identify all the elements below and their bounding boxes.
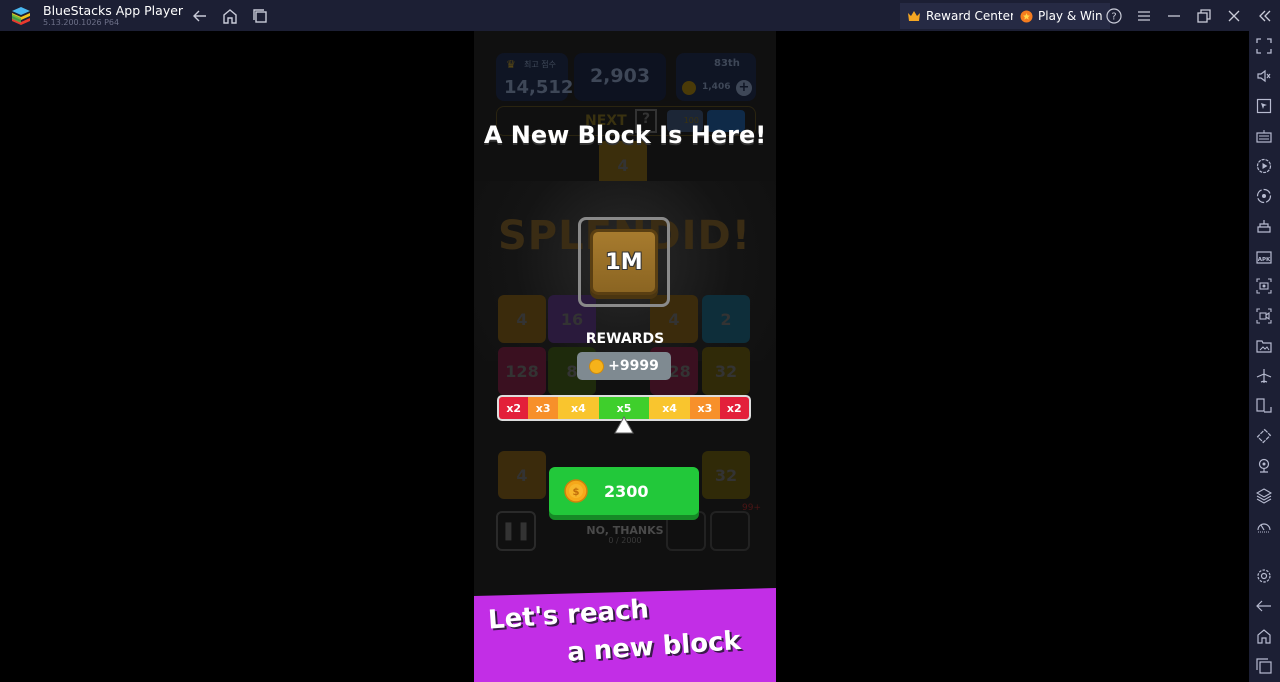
best-score-label: 최고 점수	[524, 60, 556, 69]
rotate-screen-icon[interactable]	[1256, 398, 1272, 414]
help-icon[interactable]: ?	[1105, 7, 1123, 25]
play-win-label: Play & Win	[1038, 9, 1103, 23]
crown-icon	[908, 11, 920, 21]
rank-value: 83th	[714, 58, 740, 69]
app-version: 5.13.200.1026 P64	[43, 18, 120, 27]
bluestacks-logo-icon	[12, 7, 30, 25]
back-icon[interactable]	[191, 7, 209, 25]
progress-text: 0 / 2000	[608, 536, 642, 545]
right-sidebar: APK	[1249, 31, 1280, 682]
reward-amount-pill: +9999	[577, 352, 671, 380]
play-win-button[interactable]: Play & Win	[1013, 3, 1110, 29]
current-score-value: 2,903	[589, 65, 651, 87]
multiplier-segment: x3	[690, 397, 720, 419]
multiplier-segment: x4	[649, 397, 691, 419]
multiplier-segment: x2	[719, 397, 749, 419]
best-score-panel: ♛ 최고 점수 14,512	[496, 53, 573, 101]
volume-mute-icon[interactable]	[1256, 68, 1272, 84]
rewards-label: REWARDS	[585, 331, 665, 347]
close-icon[interactable]	[1225, 7, 1243, 25]
banner-line-2: a new block	[566, 625, 742, 669]
game-viewport[interactable]: ♛ 최고 점수 14,512 2,903 83th 1,406 + NEXT ?…	[474, 31, 776, 682]
restore-icon[interactable]	[1195, 7, 1213, 25]
rank-panel: 83th 1,406 +	[676, 53, 756, 101]
collapse-sidebar-icon[interactable]	[1256, 7, 1274, 25]
promo-banner: Let's reach a new block	[474, 588, 776, 682]
app-title: BlueStacks App Player	[43, 3, 184, 18]
media-folder-icon[interactable]	[1256, 338, 1272, 354]
back-icon[interactable]	[1256, 598, 1272, 614]
block-frame: 1M	[578, 217, 670, 307]
pointer-icon[interactable]	[1256, 98, 1272, 114]
recent-apps-icon[interactable]	[1256, 658, 1272, 674]
add-coins-icon[interactable]: +	[736, 80, 752, 96]
claim-amount: 2300	[604, 481, 649, 501]
reward-center-label: Reward Center	[926, 9, 1015, 23]
airplane-mode-icon[interactable]	[1256, 368, 1272, 384]
eco-mode-icon[interactable]	[1256, 518, 1272, 534]
multiplier-segment: x2	[499, 397, 529, 419]
coin-icon	[682, 81, 696, 95]
minimize-icon[interactable]	[1165, 7, 1183, 25]
shake-icon[interactable]	[1256, 428, 1272, 444]
install-apk-icon[interactable]: APK	[1256, 248, 1272, 264]
multiplier-segment: x3	[528, 397, 558, 419]
title-bar: BlueStacks App Player 5.13.200.1026 P64 …	[0, 0, 1280, 31]
fullscreen-icon[interactable]	[1256, 38, 1272, 54]
screenshot-icon[interactable]	[1256, 278, 1272, 294]
popup-title: A New Block Is Here!	[483, 121, 767, 149]
coins-value: 1,406	[702, 82, 731, 92]
current-score-panel: 2,903	[574, 53, 666, 101]
rotate-sync-icon[interactable]	[1256, 188, 1272, 204]
reward-amount: +9999	[608, 358, 659, 374]
grid-tile: 4	[498, 451, 546, 499]
reward-center-button[interactable]: Reward Center	[900, 3, 1022, 29]
multiplier-pointer-icon	[614, 416, 634, 434]
claim-reward-button[interactable]: $ 2300	[549, 467, 699, 515]
svg-text:?: ?	[1111, 12, 1116, 23]
grid-tile: 32	[702, 347, 750, 395]
svg-text:$: $	[573, 487, 580, 498]
crown-icon: ♛	[506, 58, 516, 71]
home-icon[interactable]	[1256, 628, 1272, 644]
recent-apps-icon[interactable]	[251, 7, 269, 25]
layers-icon[interactable]	[1256, 488, 1272, 504]
coin-icon	[589, 358, 605, 374]
grid-tile: 128	[498, 347, 546, 395]
svg-text:APK: APK	[1258, 257, 1271, 263]
location-icon[interactable]	[1256, 458, 1272, 474]
coin-icon: $	[564, 479, 588, 503]
multi-instance-icon[interactable]	[1256, 218, 1272, 234]
screen-record-icon[interactable]	[1256, 308, 1272, 324]
new-block-tile: 1M	[590, 229, 658, 295]
home-icon[interactable]	[221, 7, 239, 25]
macro-play-icon[interactable]	[1256, 158, 1272, 174]
multiplier-segment: x4	[557, 397, 599, 419]
banner-line-1: Let's reach	[487, 594, 650, 636]
keyboard-icon[interactable]	[1256, 128, 1272, 144]
menu-icon[interactable]	[1135, 7, 1153, 25]
play-win-icon	[1020, 10, 1033, 22]
grid-tile: 32	[702, 451, 750, 499]
settings-icon[interactable]	[1256, 568, 1272, 584]
best-score-value: 14,512	[504, 77, 574, 98]
